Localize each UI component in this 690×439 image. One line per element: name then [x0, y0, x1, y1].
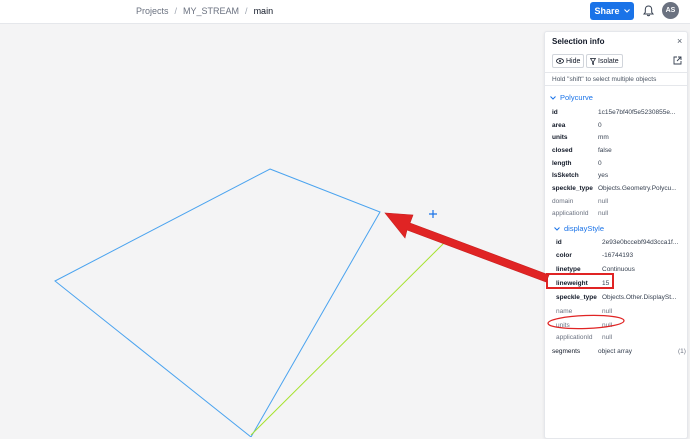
- property-key: applicationId: [556, 334, 593, 341]
- property-key: speckle_type: [556, 294, 597, 301]
- lineweight-highlight-box: [546, 273, 614, 289]
- selection-hint: Hold "shift" to select multiple objects: [545, 72, 687, 86]
- property-row: name null: [545, 308, 687, 320]
- segments-count: (1): [678, 348, 686, 355]
- property-value: null: [598, 198, 609, 205]
- property-key: domain: [552, 198, 574, 205]
- isolate-button[interactable]: Isolate: [586, 54, 623, 68]
- chevron-down-icon: [623, 9, 630, 13]
- property-value: 2e93e0bccebf94d3cca1f...: [602, 239, 679, 246]
- property-value: yes: [598, 172, 609, 179]
- polycurve-label: Polycurve: [560, 93, 593, 102]
- isolate-label: Isolate: [598, 57, 619, 65]
- displaystyle-section-header[interactable]: displayStyle: [554, 224, 604, 233]
- property-value: false: [598, 147, 612, 154]
- add-icon[interactable]: [429, 210, 437, 218]
- property-value: -16744193: [602, 252, 634, 259]
- open-external-icon[interactable]: [673, 56, 682, 65]
- chevron-down-icon: [554, 226, 560, 231]
- property-value: Objects.Other.DisplaySt...: [602, 294, 677, 301]
- property-row: applicationId null: [545, 334, 687, 346]
- close-icon[interactable]: ×: [677, 36, 682, 46]
- bell-icon[interactable]: [643, 5, 654, 17]
- hide-button[interactable]: Hide: [552, 54, 585, 68]
- hide-label: Hide: [566, 57, 581, 65]
- viewer-canvas[interactable]: [0, 24, 543, 437]
- chevron-down-icon: [550, 95, 556, 100]
- property-key: name: [556, 308, 573, 315]
- property-value: 0: [598, 122, 602, 129]
- top-bar: Projects / MY_STREAM / main Share AS: [0, 0, 690, 24]
- property-value: 0: [598, 160, 602, 167]
- property-row-units: units null: [545, 322, 687, 334]
- property-value: 1c15e7bf40f5e5230855e...: [598, 109, 676, 116]
- property-value: null: [602, 334, 613, 341]
- property-row: speckle_type Objects.Geometry.Polycu...: [545, 185, 687, 197]
- breadcrumb-separator: /: [245, 6, 248, 16]
- property-key: applicationId: [552, 210, 589, 217]
- property-key: closed: [552, 147, 573, 154]
- property-key: IsSketch: [552, 172, 579, 179]
- selection-info-panel: Selection info × Hide Isolate Hold "shif…: [544, 31, 688, 439]
- breadcrumb-projects[interactable]: Projects: [136, 6, 169, 16]
- breadcrumb-stream[interactable]: MY_STREAM: [183, 6, 239, 16]
- polycurve-section-header[interactable]: Polycurve: [550, 93, 593, 102]
- property-key: linetype: [556, 266, 581, 273]
- property-value: object array: [598, 348, 632, 355]
- property-row: speckle_type Objects.Other.DisplaySt...: [545, 294, 687, 306]
- share-label: Share: [594, 6, 620, 16]
- avatar[interactable]: AS: [662, 2, 679, 19]
- property-row: length 0: [545, 160, 687, 172]
- property-key: color: [556, 252, 572, 259]
- panel-title: Selection info: [552, 37, 605, 46]
- property-value: Continuous: [602, 266, 635, 273]
- property-key: area: [552, 122, 566, 129]
- property-value: null: [602, 308, 613, 315]
- property-key: id: [552, 109, 558, 116]
- property-row: domain null: [545, 198, 687, 210]
- property-value: Objects.Geometry.Polycu...: [598, 185, 676, 192]
- filter-icon: [590, 57, 596, 65]
- polycurve-outline[interactable]: [54, 168, 381, 437]
- property-key: length: [552, 160, 572, 167]
- property-row: id 2e93e0bccebf94d3cca1f...: [545, 239, 687, 251]
- property-value: mm: [598, 134, 609, 141]
- property-key: id: [556, 239, 562, 246]
- property-row: area 0: [545, 122, 687, 134]
- property-key: units: [556, 322, 570, 329]
- breadcrumb: Projects / MY_STREAM / main: [136, 6, 273, 16]
- segments-row[interactable]: segments object array (1): [545, 348, 687, 360]
- property-key: segments: [552, 348, 581, 355]
- property-row: id 1c15e7bf40f5e5230855e...: [545, 109, 687, 121]
- breadcrumb-branch[interactable]: main: [254, 6, 274, 16]
- property-row: IsSketch yes: [545, 172, 687, 184]
- property-row: applicationId null: [545, 210, 687, 222]
- property-row: closed false: [545, 147, 687, 159]
- property-value: null: [598, 210, 609, 217]
- property-value: null: [602, 322, 613, 329]
- breadcrumb-separator: /: [174, 6, 178, 16]
- property-key: units: [552, 134, 568, 141]
- property-row: units mm: [545, 134, 687, 146]
- displaystyle-label: displayStyle: [564, 224, 605, 233]
- property-row: color -16744193: [545, 252, 687, 264]
- eye-icon: [556, 58, 564, 64]
- property-key: speckle_type: [552, 185, 593, 192]
- green-segment[interactable]: [250, 240, 447, 436]
- share-button[interactable]: Share: [590, 2, 634, 20]
